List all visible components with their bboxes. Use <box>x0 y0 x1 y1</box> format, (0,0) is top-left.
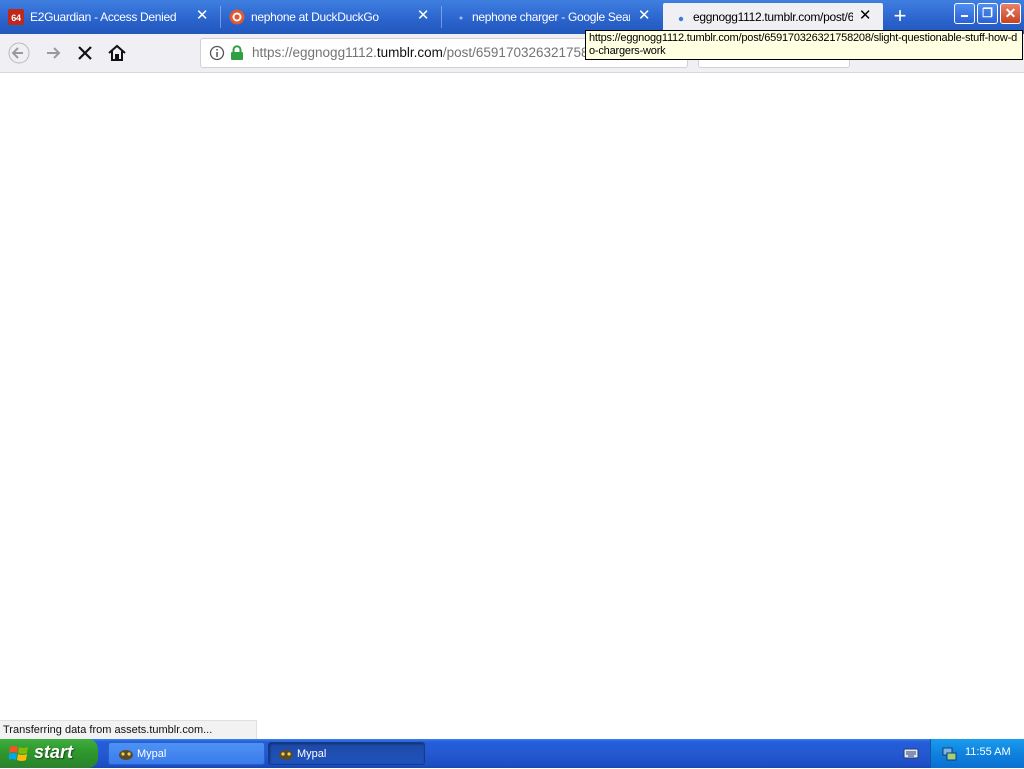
windows-logo-icon <box>8 744 29 768</box>
google-icon <box>450 9 466 25</box>
new-tab-button[interactable]: + <box>888 4 912 28</box>
stop-x-icon <box>78 46 92 60</box>
tab-duckduckgo[interactable]: nephone at DuckDuckGo ✕ <box>221 3 441 31</box>
forward-arrow-icon <box>47 47 61 59</box>
minimize-button[interactable] <box>954 3 975 24</box>
close-tab-icon[interactable]: ✕ <box>194 8 210 24</box>
svg-text:64: 64 <box>11 13 21 23</box>
network-icon[interactable] <box>941 745 957 766</box>
restore-icon: ❐ <box>982 6 993 20</box>
tab-title: E2Guardian - Access Denied <box>30 10 177 24</box>
tab-strip: 64 E2Guardian - Access Denied ✕ nephone … <box>0 0 1024 34</box>
tab-title: nephone at DuckDuckGo <box>251 10 379 24</box>
page-content[interactable] <box>0 73 1024 720</box>
back-button[interactable] <box>8 42 30 64</box>
forward-button[interactable] <box>42 42 64 64</box>
taskbar-item-mypal[interactable]: Mypal <box>108 742 265 765</box>
url-text[interactable]: https://eggnogg1112.tumblr.com/post/6591… <box>252 45 588 60</box>
taskbar-item-mypal-active[interactable]: Mypal <box>268 742 425 765</box>
tab-e2guardian[interactable]: 64 E2Guardian - Access Denied ✕ <box>0 3 220 31</box>
mypal-icon <box>278 747 294 761</box>
close-window-button[interactable]: ✕ <box>1000 3 1021 24</box>
restore-button[interactable]: ❐ <box>977 3 998 24</box>
close-tab-icon[interactable]: ✕ <box>857 8 873 24</box>
duckduckgo-icon <box>229 9 245 25</box>
start-button[interactable]: start <box>0 739 98 768</box>
secure-lock-icon[interactable] <box>230 45 244 66</box>
url-host: tumblr.com <box>376 45 443 60</box>
home-icon <box>108 44 126 61</box>
tab-active-tumblr[interactable]: eggnogg1112.tumblr.com/post/6 ✕ <box>663 3 883 31</box>
minimize-icon <box>961 15 968 17</box>
tab-google-search[interactable]: nephone charger - Google Search ✕ <box>442 3 662 31</box>
home-button[interactable] <box>106 42 128 64</box>
url-path: /post/659170326321758208/slight-question… <box>442 45 588 60</box>
site-info-icon[interactable] <box>209 45 225 66</box>
system-tray: 11:55 AM <box>930 739 1024 768</box>
e2guardian-icon: 64 <box>8 9 24 25</box>
loading-dot-icon <box>671 9 687 25</box>
url-tooltip: https://eggnogg1112.tumblr.com/post/6591… <box>585 30 1023 60</box>
status-bar: Transferring data from assets.tumblr.com… <box>0 720 257 739</box>
mypal-icon <box>118 747 134 761</box>
taskbar-item-label: Mypal <box>137 748 167 760</box>
taskbar-item-label: Mypal <box>297 748 327 760</box>
close-tab-icon[interactable]: ✕ <box>415 8 431 24</box>
tab-title: eggnogg1112.tumblr.com/post/6 <box>693 10 853 24</box>
back-arrow-icon <box>8 42 30 64</box>
url-prefix: https://eggnogg1112. <box>252 45 377 60</box>
close-icon: ✕ <box>1004 5 1017 21</box>
stop-button[interactable] <box>74 42 96 64</box>
clock[interactable]: 11:55 AM <box>965 746 1011 758</box>
keyboard-icon[interactable] <box>903 746 919 765</box>
tab-title: nephone charger - Google Search <box>472 10 630 24</box>
close-tab-icon[interactable]: ✕ <box>636 8 652 24</box>
start-label: start <box>34 742 74 762</box>
